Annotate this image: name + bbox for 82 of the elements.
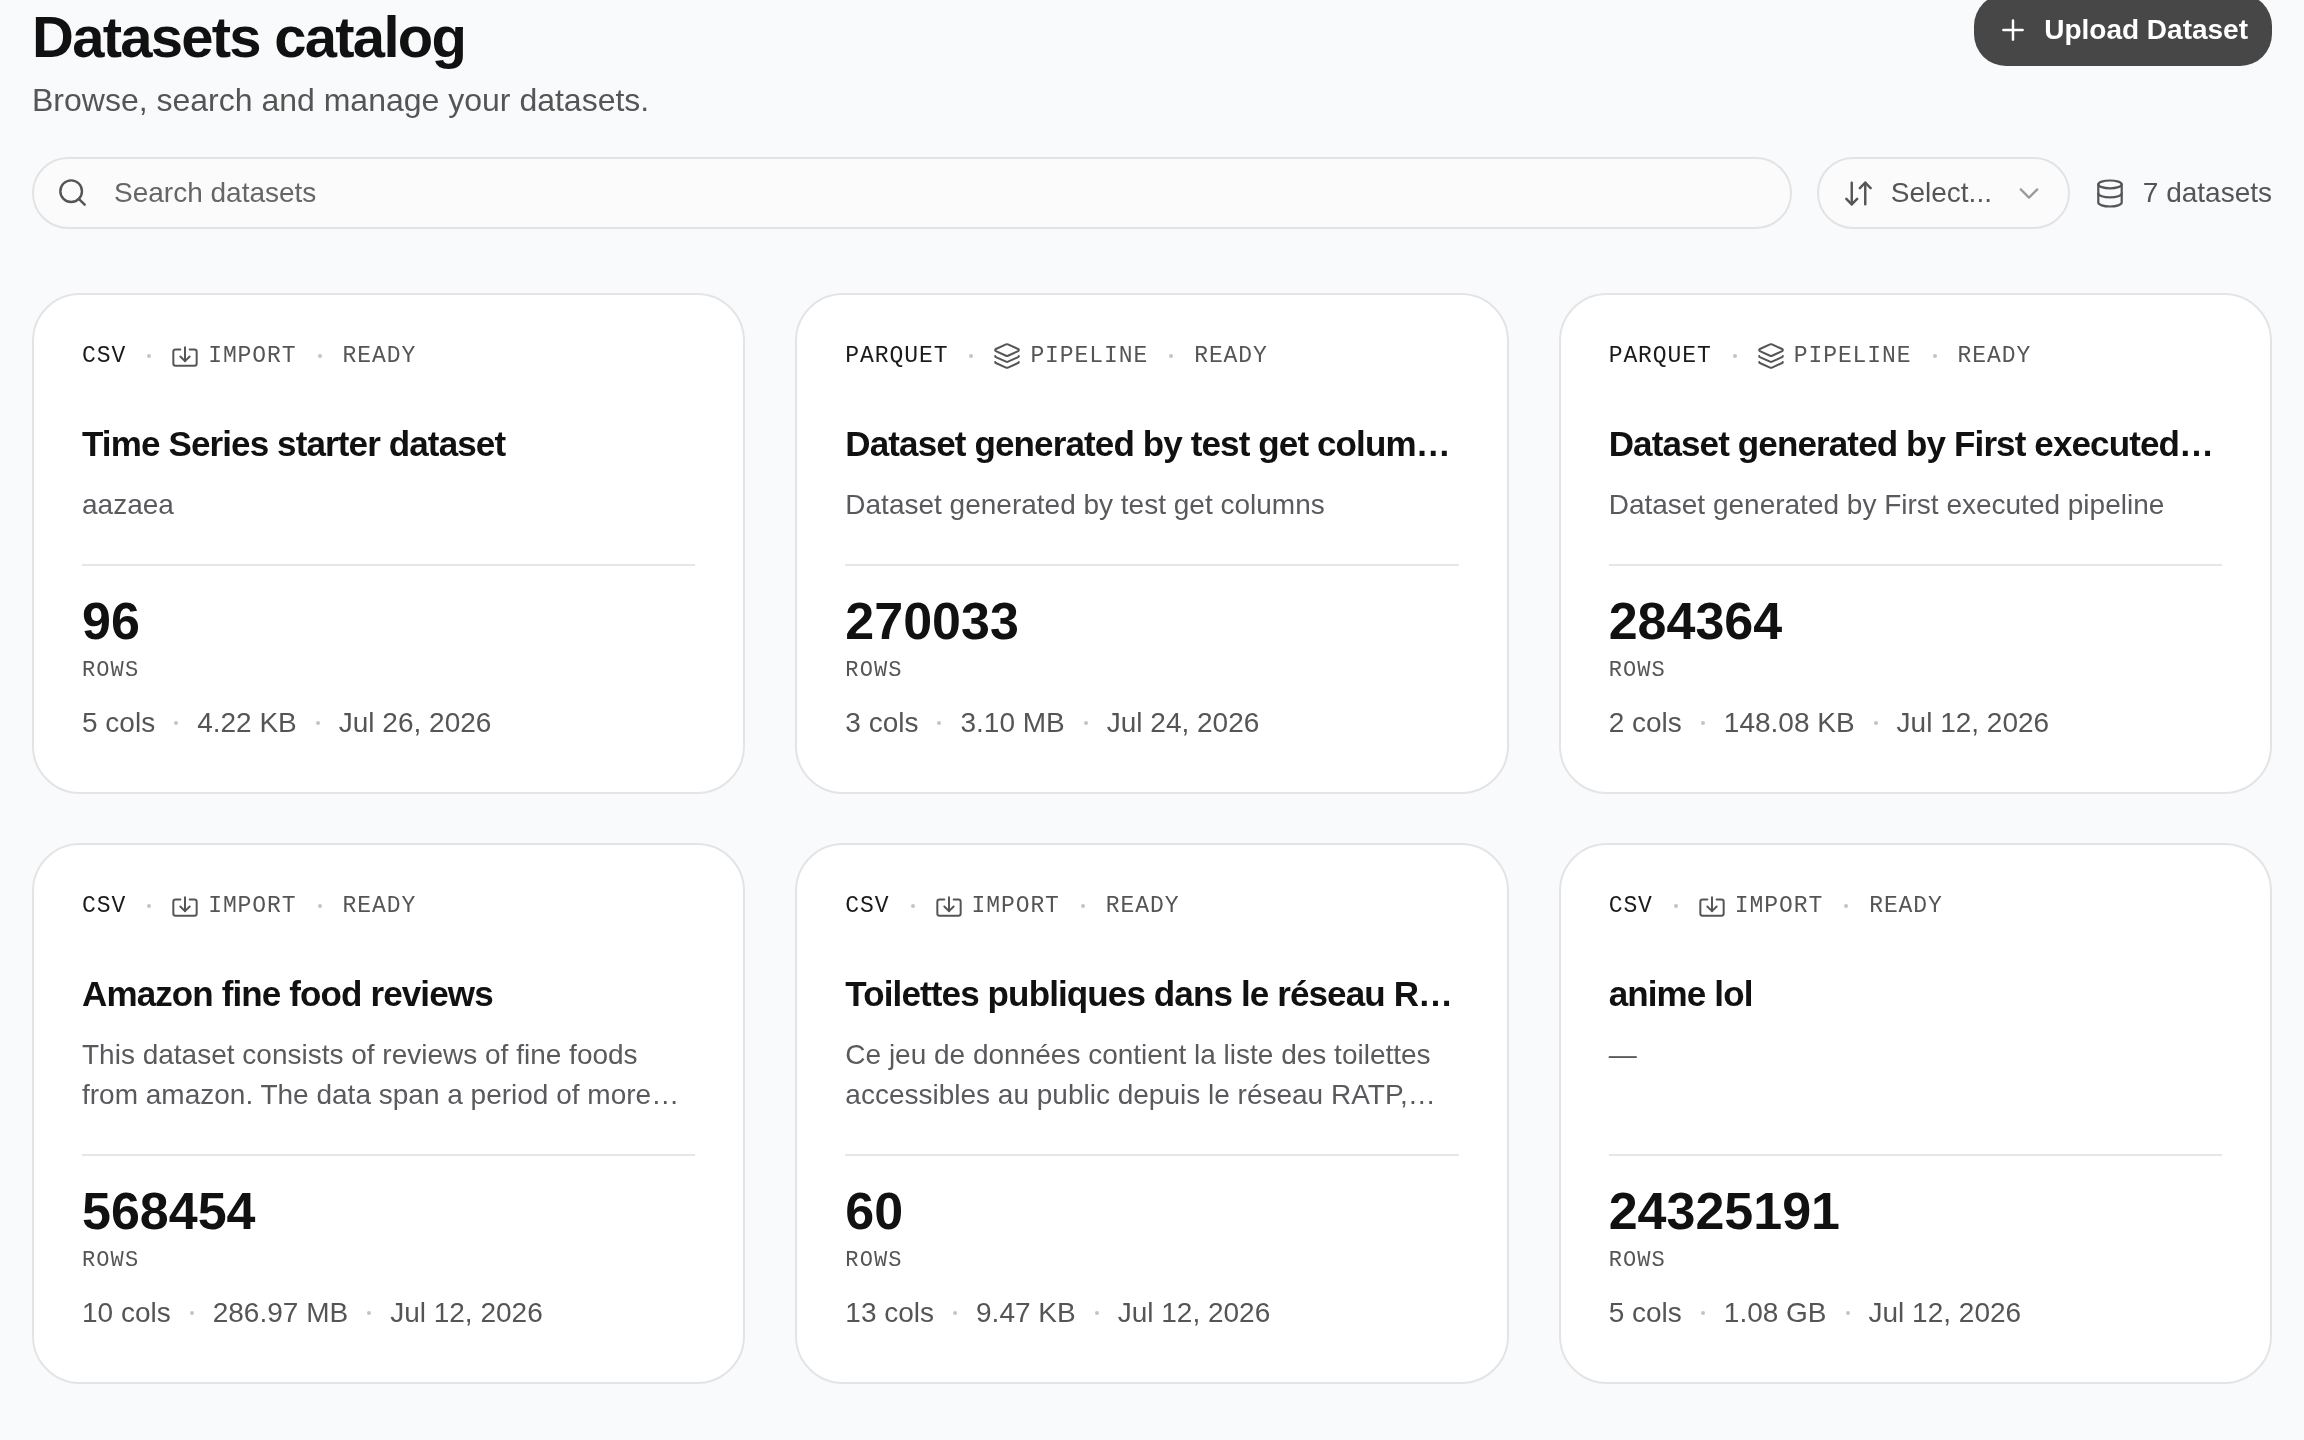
dataset-card[interactable]: PARQUET PIPELINE READY Dataset generated by test get colum… Dataset generated by test get columns 270033 ROWS 3 cols 3.10 MB Jul 24, 2026	[795, 293, 1509, 794]
dataset-stat: Jul 26, 2026	[338, 706, 492, 740]
dataset-title: Dataset generated by First executed…	[1608, 423, 2214, 465]
source-label: IMPORT	[971, 892, 1060, 921]
layers-icon	[994, 343, 1021, 369]
import-icon	[172, 345, 199, 367]
dataset-title: Time Series starter dataset	[82, 423, 506, 465]
format-label: CSV	[82, 892, 127, 921]
dataset-description: Dataset generated by test get columns	[845, 488, 1325, 522]
dataset-stat: 5 cols	[82, 706, 156, 740]
dataset-stat: 3.10 MB	[960, 706, 1065, 740]
import-icon	[935, 895, 962, 917]
dataset-stat: 4.22 KB	[197, 706, 297, 740]
dataset-stat: 9.47 KB	[976, 1296, 1076, 1330]
status-label: READY	[1194, 342, 1268, 371]
dataset-card[interactable]: PARQUET PIPELINE READY Dataset generated by First executed… Dataset generated by First executed pipeline 284364 ROWS 2 cols 148.08 KB Jul 12, 2026	[1558, 293, 2272, 794]
row-count: 96	[82, 593, 140, 649]
dataset-stat: Jul 12, 2026	[1117, 1296, 1271, 1330]
dataset-stat: 148.08 KB	[1723, 706, 1855, 740]
format-label: CSV	[1608, 892, 1653, 921]
dataset-stat: 2 cols	[1608, 706, 1682, 740]
rows-label: ROWS	[82, 658, 140, 684]
plus-icon	[2002, 19, 2025, 41]
search-icon	[59, 179, 86, 206]
row-count: 568454	[82, 1183, 256, 1239]
dataset-description: —	[1608, 1038, 1637, 1072]
dataset-stat: Jul 12, 2026	[1896, 706, 2050, 740]
source-label: IMPORT	[208, 342, 297, 371]
rows-label: ROWS	[1608, 1248, 1666, 1274]
dataset-stat: 13 cols	[845, 1296, 935, 1330]
page-subtitle: Browse, search and manage your datasets.	[32, 81, 650, 120]
dataset-stat: 286.97 MB	[212, 1296, 349, 1330]
source-label: IMPORT	[208, 892, 297, 921]
dataset-count: 7 datasets	[2142, 176, 2272, 210]
dataset-description: This dataset consists of reviews of fine foods from amazon. The data span a period of more…	[82, 1038, 681, 1112]
dataset-description: aazaea	[82, 488, 174, 522]
sort-select[interactable]: Select...	[1816, 157, 2070, 229]
dataset-stat: Jul 12, 2026	[390, 1296, 543, 1330]
dataset-card[interactable]: CSV IMPORT READY anime lol — 24325191 ROWS 5 cols 1.08 GB Jul 12, 2026	[1558, 843, 2272, 1384]
row-count: 284364	[1608, 593, 1783, 649]
row-count: 60	[845, 1183, 904, 1239]
format-label: CSV	[82, 342, 127, 371]
status-label: READY	[342, 892, 417, 921]
dataset-stat: 10 cols	[82, 1296, 171, 1330]
source-label: PIPELINE	[1793, 342, 1912, 371]
dataset-stat: Jul 24, 2026	[1106, 706, 1260, 740]
dataset-description: Ce jeu de données contient la liste des toilettes accessibles au public depuis le réseau RATP,…	[845, 1038, 1437, 1112]
dataset-card[interactable]: CSV IMPORT READY Toilettes publiques dans le réseau R… Ce jeu de données contient la liste des toilettes accessibles au public depuis le réseau RATP,… 60 ROWS 13 cols 9.47 KB Jul 12, 2026	[795, 843, 1509, 1384]
dataset-stat: Jul 12, 2026	[1868, 1296, 2022, 1330]
status-label: READY	[342, 342, 417, 371]
dataset-card[interactable]: CSV IMPORT READY Amazon fine food reviews This dataset consists of reviews of fine foods from amazon. The data span a period of more… 568454 ROWS 10 cols 286.97 MB Jul 12, 2026	[32, 843, 746, 1384]
sort-arrows-icon	[1844, 179, 1872, 207]
status-label: READY	[1105, 892, 1180, 921]
dataset-card[interactable]: CSV IMPORT READY Time Series starter dataset aazaea 96 ROWS 5 cols 4.22 KB Jul 26, 2026	[32, 293, 746, 794]
row-count: 270033	[845, 593, 1019, 649]
row-count: 24325191	[1608, 1183, 1840, 1239]
dataset-title: Amazon fine food reviews	[82, 973, 493, 1015]
format-label: CSV	[845, 892, 890, 921]
status-label: READY	[1957, 342, 2032, 371]
dataset-title: anime lol	[1608, 973, 1753, 1015]
upload-dataset-button[interactable]: Upload Dataset	[1974, 0, 2272, 66]
dataset-stat: 3 cols	[845, 706, 919, 740]
database-icon	[2096, 178, 2123, 208]
status-label: READY	[1869, 892, 1943, 921]
chevron-down-icon	[2018, 187, 2039, 199]
format-label: PARQUET	[845, 342, 949, 371]
search-field[interactable]: Search datasets	[32, 157, 1792, 229]
source-label: PIPELINE	[1030, 342, 1149, 371]
rows-label: ROWS	[845, 1248, 903, 1274]
import-icon	[172, 895, 199, 917]
dataset-description: Dataset generated by First executed pipeline	[1608, 488, 2165, 522]
rows-label: ROWS	[82, 1248, 140, 1274]
dataset-title: Dataset generated by test get colum…	[845, 423, 1450, 465]
dataset-stat: 5 cols	[1608, 1296, 1682, 1330]
dataset-title: Toilettes publiques dans le réseau R…	[845, 973, 1453, 1015]
source-label: IMPORT	[1734, 892, 1824, 921]
dataset-stat: 1.08 GB	[1723, 1296, 1827, 1330]
layers-icon	[1757, 343, 1784, 369]
format-label: PARQUET	[1608, 342, 1712, 371]
rows-label: ROWS	[1608, 658, 1666, 684]
rows-label: ROWS	[845, 658, 903, 684]
import-icon	[1698, 895, 1725, 917]
